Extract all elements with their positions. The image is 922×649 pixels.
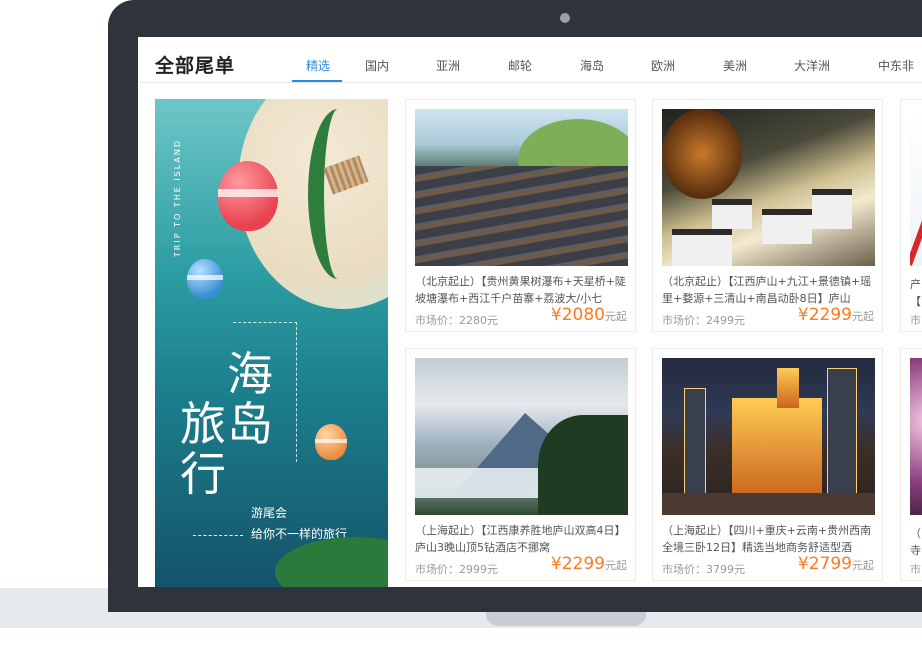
market-price-label: 市场价： bbox=[415, 563, 459, 576]
price-unit: 元起 bbox=[852, 310, 874, 323]
bridge-photo[interactable] bbox=[910, 109, 922, 266]
product-description[interactable]: （北京起止）【江西庐山+九江+景德镇+瑶里+婺源+三清山+南昌动卧8日】庐山 bbox=[662, 273, 877, 307]
lushan-mountain-photo[interactable] bbox=[415, 358, 628, 515]
house-shape bbox=[712, 199, 752, 229]
sale-price: ¥2299元起 bbox=[798, 305, 874, 325]
hot-air-balloon-icon bbox=[187, 259, 223, 299]
tower-shape bbox=[684, 388, 706, 498]
building-shape bbox=[777, 368, 799, 408]
house-shape bbox=[762, 209, 812, 244]
tree-illustration bbox=[308, 109, 368, 279]
product-card[interactable]: （北京起止）【贵州黄果树瀑布+天星桥+陡坡塘瀑布+西江千户苗寨+荔波大/小七 市… bbox=[405, 99, 636, 332]
building-shape bbox=[732, 398, 822, 498]
bridge-beam-shape bbox=[910, 132, 922, 266]
decorative-dotted-line bbox=[193, 535, 243, 536]
sale-price: ¥2299元起 bbox=[551, 554, 627, 574]
price-amount: ¥2299 bbox=[550, 554, 605, 574]
product-description-partial: 产 bbox=[910, 278, 921, 291]
camera-icon bbox=[560, 13, 570, 23]
road-shape bbox=[662, 493, 875, 515]
market-price: 市场价：3799元 bbox=[662, 561, 745, 577]
price-amount: ¥2080 bbox=[550, 305, 605, 325]
tab-island[interactable]: 海岛 bbox=[580, 57, 604, 74]
sale-price: ¥2080元起 bbox=[551, 305, 627, 325]
active-tab-indicator bbox=[292, 80, 342, 82]
foliage-shape bbox=[662, 109, 742, 199]
market-price-value: 2999元 bbox=[459, 563, 498, 576]
island-promo-banner[interactable]: TRIP TO THE ISLAND 海岛 旅行 游尾会 给你不一样的旅行 bbox=[155, 99, 388, 587]
house-shape bbox=[672, 229, 732, 266]
tab-mideast-africa[interactable]: 中东非 bbox=[878, 57, 914, 74]
banner-headline-travel: 旅行 bbox=[180, 397, 226, 501]
market-price-value: 2499元 bbox=[706, 314, 745, 327]
market-price: 市场价：2499元 bbox=[662, 312, 745, 328]
tab-europe[interactable]: 欧洲 bbox=[651, 57, 675, 74]
stage: 全部尾单 精选 国内 亚洲 邮轮 海岛 欧洲 美洲 大洋洲 中东非 TRIP T… bbox=[0, 0, 922, 649]
market-price: 市场价：2999元 bbox=[415, 561, 498, 577]
market-price-value: 3799元 bbox=[706, 563, 745, 576]
banner-vertical-text: TRIP TO THE ISLAND bbox=[173, 139, 182, 258]
tab-featured[interactable]: 精选 bbox=[306, 57, 330, 74]
product-card-partial[interactable]: （ 寺 市 bbox=[900, 348, 922, 581]
tab-domestic[interactable]: 国内 bbox=[365, 57, 389, 74]
market-price-label: 市场价： bbox=[662, 314, 706, 327]
product-description[interactable]: （上海起止）【四川+重庆+云南+贵州西南全境三卧12日】精选当地商务舒适型酒 bbox=[662, 522, 877, 556]
market-price-label: 市场价： bbox=[662, 563, 706, 576]
product-description-partial: 寺 bbox=[910, 544, 921, 557]
market-price: 市场价：2280元 bbox=[415, 312, 498, 328]
price-unit: 元起 bbox=[605, 310, 627, 323]
product-description-partial: 【 bbox=[910, 295, 921, 308]
product-card-partial[interactable]: 产 【 市 bbox=[900, 99, 922, 332]
page-title: 全部尾单 bbox=[155, 55, 236, 77]
blossom-photo[interactable] bbox=[910, 358, 922, 515]
price-amount: ¥2799 bbox=[797, 554, 852, 574]
market-price-value: 2280元 bbox=[459, 314, 498, 327]
hot-air-balloon-icon bbox=[218, 161, 278, 231]
tower-shape bbox=[827, 368, 857, 498]
hot-air-balloon-icon bbox=[315, 424, 347, 460]
market-price-label: 市场价： bbox=[415, 314, 459, 327]
product-description[interactable]: （上海起止）【江西康养胜地庐山双高4日】庐山3晚山顶5钻酒店不挪窝 bbox=[415, 522, 630, 556]
product-description[interactable]: （北京起止）【贵州黄果树瀑布+天星桥+陡坡塘瀑布+西江千户苗寨+荔波大/小七 bbox=[415, 273, 630, 307]
tab-cruise[interactable]: 邮轮 bbox=[508, 57, 532, 74]
price-unit: 元起 bbox=[605, 559, 627, 572]
chongqing-night-photo[interactable] bbox=[662, 358, 875, 515]
market-price-partial: 市 bbox=[910, 563, 921, 576]
laptop-notch bbox=[486, 612, 646, 626]
anhui-village-photo[interactable] bbox=[662, 109, 875, 266]
product-card[interactable]: （上海起止）【四川+重庆+云南+贵州西南全境三卧12日】精选当地商务舒适型酒 市… bbox=[652, 348, 883, 581]
product-card[interactable]: （上海起止）【江西康养胜地庐山双高4日】庐山3晚山顶5钻酒店不挪窝 市场价：29… bbox=[405, 348, 636, 581]
tab-americas[interactable]: 美洲 bbox=[723, 57, 747, 74]
header: 全部尾单 精选 国内 亚洲 邮轮 海岛 欧洲 美洲 大洋洲 中东非 bbox=[138, 37, 922, 83]
market-price-partial: 市 bbox=[910, 314, 921, 327]
roofs-shape bbox=[415, 166, 628, 266]
miao-village-photo[interactable] bbox=[415, 109, 628, 266]
price-unit: 元起 bbox=[852, 559, 874, 572]
tab-asia[interactable]: 亚洲 bbox=[436, 57, 460, 74]
price-amount: ¥2299 bbox=[797, 305, 852, 325]
pine-shape bbox=[538, 415, 628, 515]
sale-price: ¥2799元起 bbox=[798, 554, 874, 574]
laptop-screen: 全部尾单 精选 国内 亚洲 邮轮 海岛 欧洲 美洲 大洋洲 中东非 TRIP T… bbox=[138, 37, 922, 587]
tab-oceania[interactable]: 大洋洲 bbox=[794, 57, 830, 74]
banner-subtitle-brand: 游尾会 bbox=[251, 506, 288, 520]
product-card[interactable]: （北京起止）【江西庐山+九江+景德镇+瑶里+婺源+三清山+南昌动卧8日】庐山 市… bbox=[652, 99, 883, 332]
product-description-partial: （ bbox=[910, 527, 921, 540]
shore-illustration bbox=[275, 537, 388, 587]
house-shape bbox=[812, 189, 852, 229]
